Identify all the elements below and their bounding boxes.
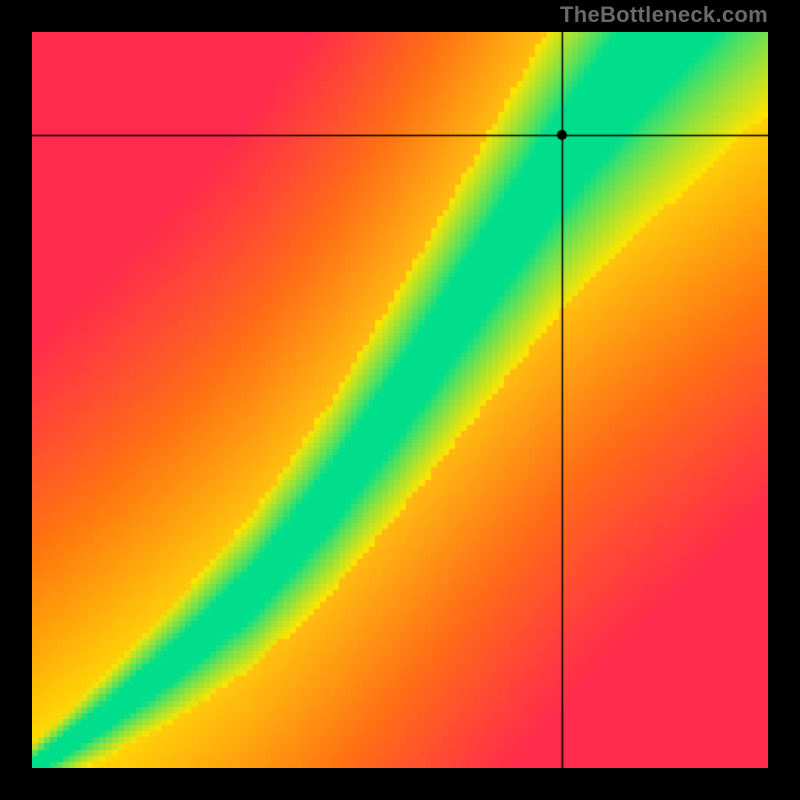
attribution-text: TheBottleneck.com [560,2,768,28]
chart-frame: TheBottleneck.com [0,0,800,800]
plot-area [32,32,768,768]
bottleneck-heatmap [32,32,768,768]
